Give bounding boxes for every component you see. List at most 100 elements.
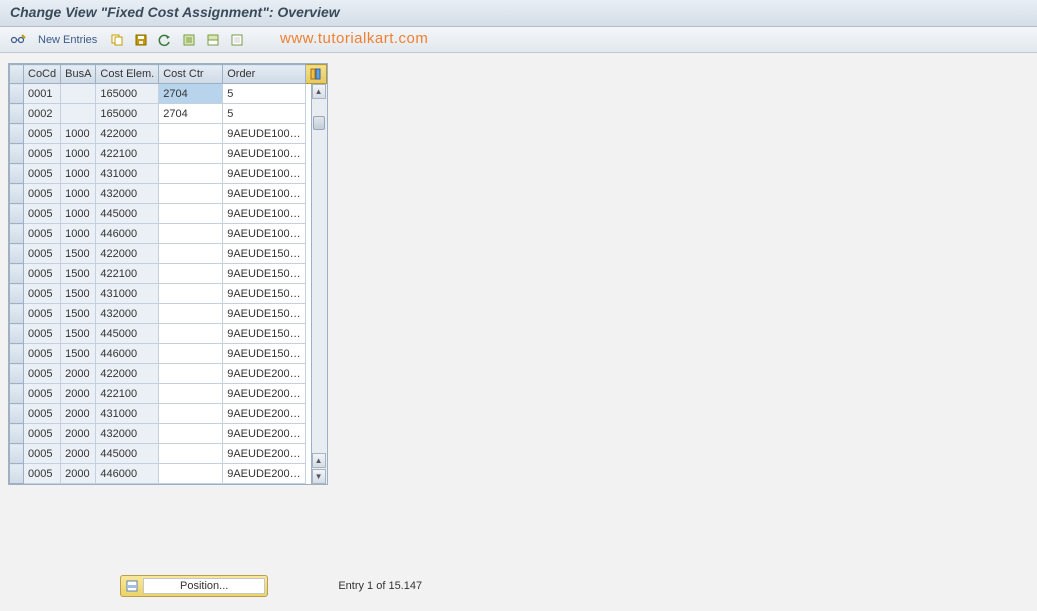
row-selector[interactable] bbox=[10, 284, 24, 304]
cell-cost-ctr[interactable] bbox=[159, 364, 223, 384]
scroll-down-up-icon[interactable]: ▲ bbox=[312, 453, 326, 468]
cell-busa[interactable]: 1000 bbox=[61, 144, 96, 164]
table-row[interactable]: 000216500027045 bbox=[10, 104, 327, 124]
cell-cocd[interactable]: 0005 bbox=[24, 304, 61, 324]
scroll-down-icon[interactable]: ▼ bbox=[312, 469, 326, 484]
cell-order[interactable]: 5 bbox=[223, 84, 305, 104]
cell-cost-elem[interactable]: 422000 bbox=[96, 364, 159, 384]
row-selector[interactable] bbox=[10, 464, 24, 484]
row-selector[interactable] bbox=[10, 204, 24, 224]
cell-order[interactable]: 9AEUDE150… bbox=[223, 304, 305, 324]
cell-cocd[interactable]: 0005 bbox=[24, 144, 61, 164]
vertical-scrollbar[interactable]: ▲ ▲ ▼ bbox=[311, 84, 327, 484]
table-row[interactable]: 00052000422100 9AEUDE200… bbox=[10, 384, 327, 404]
cell-cost-ctr[interactable] bbox=[159, 304, 223, 324]
cell-cocd[interactable]: 0005 bbox=[24, 184, 61, 204]
row-selector[interactable] bbox=[10, 184, 24, 204]
undo-icon[interactable] bbox=[155, 30, 175, 50]
cell-cocd[interactable]: 0005 bbox=[24, 404, 61, 424]
cell-order[interactable]: 9AEUDE200… bbox=[223, 424, 305, 444]
cell-busa[interactable]: 1500 bbox=[61, 344, 96, 364]
cell-busa[interactable] bbox=[61, 104, 96, 124]
table-row[interactable]: 000510004320009AEUDE100… bbox=[10, 184, 327, 204]
row-selector[interactable] bbox=[10, 344, 24, 364]
cell-order[interactable]: 9AEUDE100… bbox=[223, 204, 305, 224]
cell-order[interactable]: 9AEUDE100… bbox=[223, 184, 305, 204]
table-row[interactable]: 00051500431000 9AEUDE150… bbox=[10, 284, 327, 304]
cell-cost-ctr[interactable] bbox=[159, 404, 223, 424]
cell-order[interactable]: 9AEUDE100… bbox=[223, 224, 305, 244]
table-row[interactable]: 000520004450009AEUDE200… bbox=[10, 444, 327, 464]
cell-busa[interactable]: 1000 bbox=[61, 224, 96, 244]
col-header-cost-elem[interactable]: Cost Elem. bbox=[96, 65, 159, 84]
cell-cost-elem[interactable]: 422000 bbox=[96, 244, 159, 264]
table-row[interactable]: 000510004450009AEUDE100… bbox=[10, 204, 327, 224]
table-row[interactable]: 000116500027045 bbox=[10, 84, 327, 104]
cell-busa[interactable]: 2000 bbox=[61, 424, 96, 444]
table-row[interactable]: 000510004460009AEUDE100… bbox=[10, 224, 327, 244]
cell-cost-ctr[interactable] bbox=[159, 324, 223, 344]
cell-busa[interactable]: 1000 bbox=[61, 164, 96, 184]
cell-cocd[interactable]: 0005 bbox=[24, 364, 61, 384]
cell-busa[interactable]: 2000 bbox=[61, 364, 96, 384]
table-row[interactable]: 000520004220009AEUDE200… bbox=[10, 364, 327, 384]
cell-cost-ctr[interactable]: 2704 bbox=[159, 104, 223, 124]
cell-cocd[interactable]: 0005 bbox=[24, 324, 61, 344]
cell-cost-ctr[interactable] bbox=[159, 184, 223, 204]
cell-cost-elem[interactable]: 165000 bbox=[96, 84, 159, 104]
cell-busa[interactable]: 1000 bbox=[61, 184, 96, 204]
row-selector[interactable] bbox=[10, 384, 24, 404]
cell-cost-ctr[interactable] bbox=[159, 344, 223, 364]
table-row[interactable]: 000515004450009AEUDE150… bbox=[10, 324, 327, 344]
row-selector[interactable] bbox=[10, 104, 24, 124]
copy-icon[interactable] bbox=[107, 30, 127, 50]
row-selector[interactable] bbox=[10, 364, 24, 384]
cell-order[interactable]: 9AEUDE150… bbox=[223, 284, 305, 304]
cell-cost-elem[interactable]: 445000 bbox=[96, 324, 159, 344]
cell-order[interactable]: 9AEUDE100… bbox=[223, 144, 305, 164]
cell-order[interactable]: 9AEUDE200… bbox=[223, 384, 305, 404]
row-selector[interactable] bbox=[10, 144, 24, 164]
deselect-all-icon[interactable] bbox=[227, 30, 247, 50]
cell-cocd[interactable]: 0005 bbox=[24, 224, 61, 244]
cell-busa[interactable] bbox=[61, 84, 96, 104]
cell-cocd[interactable]: 0005 bbox=[24, 344, 61, 364]
cell-cocd[interactable]: 0005 bbox=[24, 384, 61, 404]
cell-order[interactable]: 9AEUDE100… bbox=[223, 124, 305, 144]
cell-cost-ctr[interactable]: 2704 bbox=[159, 84, 223, 104]
cell-cost-ctr[interactable] bbox=[159, 204, 223, 224]
cell-order[interactable]: 9AEUDE150… bbox=[223, 324, 305, 344]
cell-busa[interactable]: 1500 bbox=[61, 264, 96, 284]
cell-busa[interactable]: 1500 bbox=[61, 244, 96, 264]
col-header-cocd[interactable]: CoCd bbox=[24, 65, 61, 84]
col-header-cost-ctr[interactable]: Cost Ctr bbox=[159, 65, 223, 84]
cell-cost-elem[interactable]: 432000 bbox=[96, 424, 159, 444]
row-selector[interactable] bbox=[10, 224, 24, 244]
cell-busa[interactable]: 2000 bbox=[61, 384, 96, 404]
config-columns-icon[interactable] bbox=[305, 65, 326, 84]
row-selector[interactable] bbox=[10, 324, 24, 344]
cell-cost-ctr[interactable] bbox=[159, 384, 223, 404]
col-header-busa[interactable]: BusA bbox=[61, 65, 96, 84]
cell-order[interactable]: 9AEUDE200… bbox=[223, 464, 305, 484]
cell-cost-ctr[interactable] bbox=[159, 424, 223, 444]
cell-cost-elem[interactable]: 431000 bbox=[96, 284, 159, 304]
row-selector[interactable] bbox=[10, 124, 24, 144]
row-selector[interactable] bbox=[10, 304, 24, 324]
cell-busa[interactable]: 2000 bbox=[61, 464, 96, 484]
save-icon[interactable] bbox=[131, 30, 151, 50]
cell-cost-elem[interactable]: 422100 bbox=[96, 264, 159, 284]
cell-order[interactable]: 9AEUDE200… bbox=[223, 404, 305, 424]
table-row[interactable]: 000510004310009AEUDE100… bbox=[10, 164, 327, 184]
cell-cost-ctr[interactable] bbox=[159, 264, 223, 284]
cell-cocd[interactable]: 0005 bbox=[24, 284, 61, 304]
cell-cocd[interactable]: 0005 bbox=[24, 124, 61, 144]
cell-cost-elem[interactable]: 445000 bbox=[96, 204, 159, 224]
cell-cocd[interactable]: 0005 bbox=[24, 244, 61, 264]
cell-cocd[interactable]: 0005 bbox=[24, 464, 61, 484]
cell-cost-elem[interactable]: 422100 bbox=[96, 384, 159, 404]
cell-cost-ctr[interactable] bbox=[159, 444, 223, 464]
cell-cocd[interactable]: 0005 bbox=[24, 424, 61, 444]
cell-busa[interactable]: 1500 bbox=[61, 284, 96, 304]
table-row[interactable]: 000515004221009AEUDE150… bbox=[10, 264, 327, 284]
